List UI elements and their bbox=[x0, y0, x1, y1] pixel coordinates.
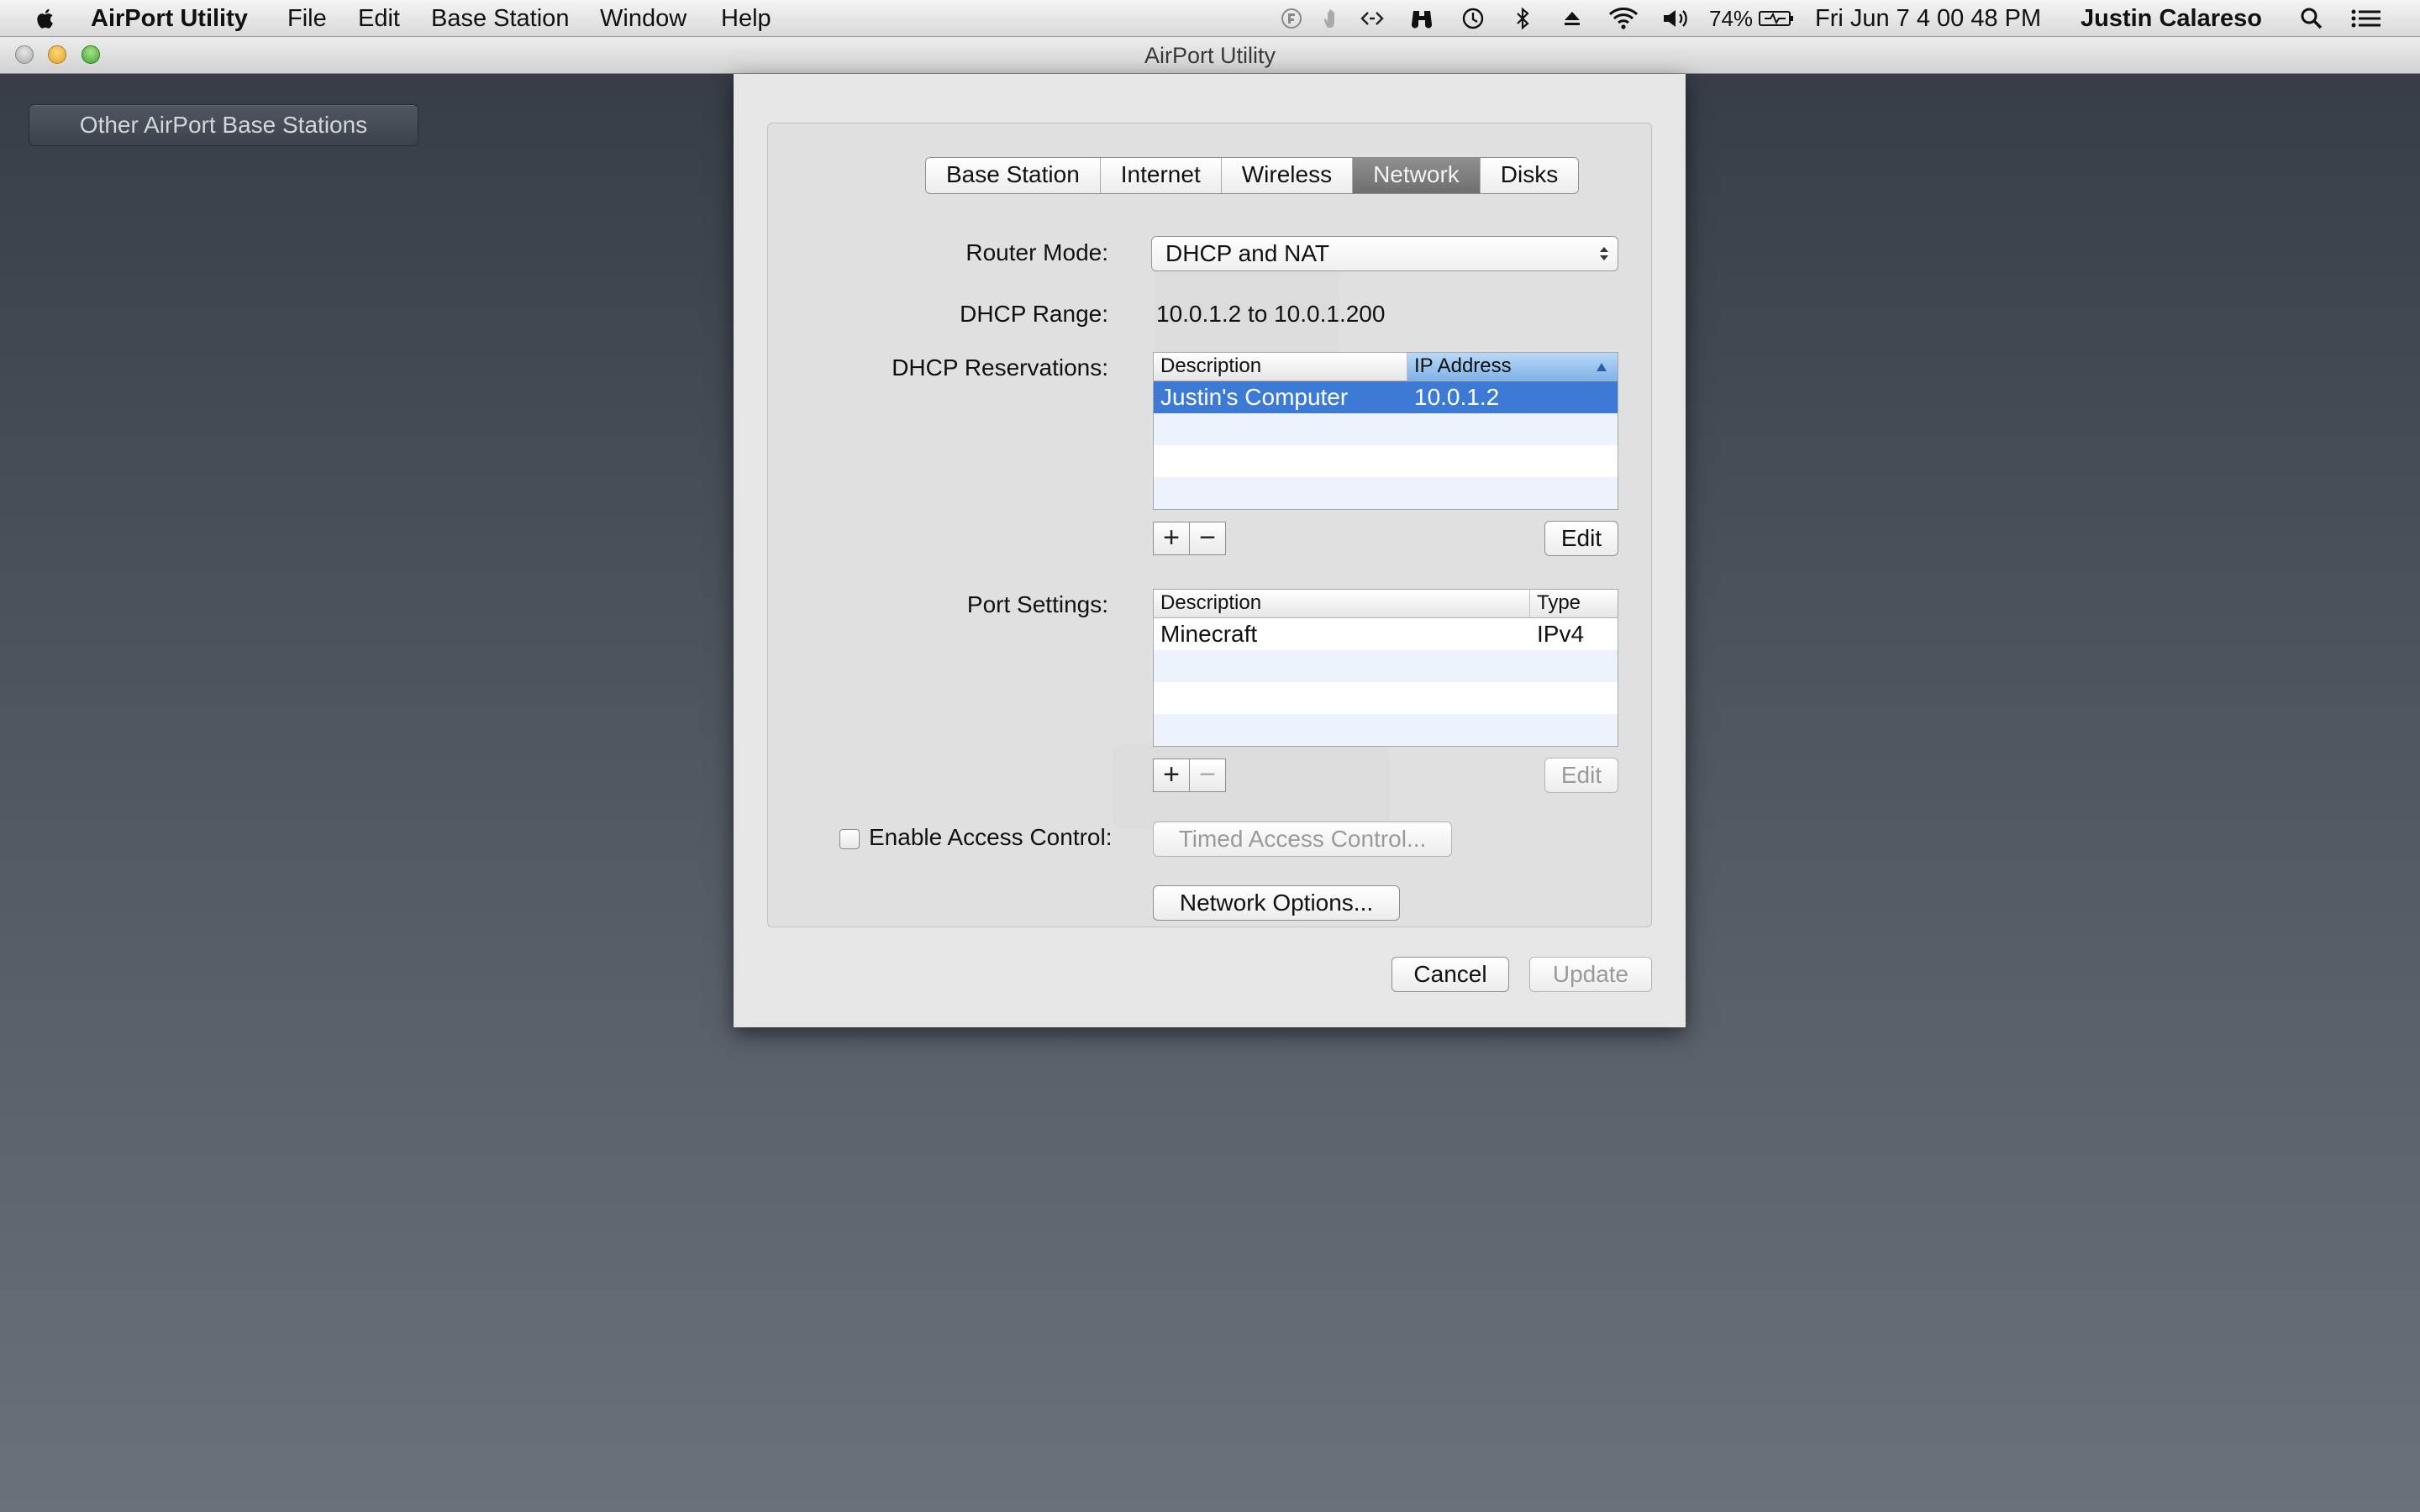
reservation-ip: 10.0.1.2 bbox=[1414, 384, 1500, 410]
dhcp-reservations-table[interactable]: Description IP Address Justin's Computer… bbox=[1153, 352, 1618, 510]
notification-center-icon[interactable] bbox=[2349, 6, 2383, 31]
enable-access-control-label: Enable Access Control: bbox=[869, 824, 1113, 850]
add-port-button[interactable]: + bbox=[1153, 759, 1190, 792]
code-status-icon[interactable] bbox=[1360, 6, 1385, 31]
time-machine-icon[interactable] bbox=[1460, 6, 1486, 31]
table-row[interactable]: Justin's Computer 10.0.1.2 bbox=[1154, 381, 1618, 413]
window-titlebar[interactable]: AirPort Utility bbox=[0, 37, 2420, 74]
menubar-clock[interactable]: Fri Jun 7 4 00 48 PM bbox=[1815, 0, 2041, 37]
evernote-status-icon[interactable] bbox=[1279, 6, 1304, 31]
router-mode-label: Router Mode: bbox=[965, 239, 1108, 265]
table-row-empty bbox=[1154, 714, 1618, 746]
table-row-empty bbox=[1154, 682, 1618, 714]
menu-bar: AirPort Utility File Edit Base Station W… bbox=[0, 0, 2420, 37]
wifi-icon[interactable] bbox=[1607, 6, 1640, 31]
sort-ascending-icon bbox=[1597, 363, 1607, 371]
volume-icon[interactable] bbox=[1660, 6, 1694, 31]
ip-address-header-label: IP Address bbox=[1414, 354, 1512, 377]
hand-status-icon[interactable] bbox=[1319, 6, 1344, 31]
menu-app-name[interactable]: AirPort Utility bbox=[91, 0, 248, 37]
cancel-button[interactable]: Cancel bbox=[1392, 957, 1509, 992]
router-mode-popup[interactable]: DHCP and NAT bbox=[1151, 236, 1618, 271]
port-settings-label: Port Settings: bbox=[966, 591, 1108, 617]
dhcp-range-value: 10.0.1.2 to 10.0.1.200 bbox=[1156, 301, 1386, 327]
dhcp-range-label: DHCP Range: bbox=[960, 301, 1108, 327]
table-row-empty bbox=[1154, 477, 1618, 509]
table-row-empty bbox=[1154, 445, 1618, 477]
menu-window[interactable]: Window bbox=[600, 0, 687, 37]
battery-icon[interactable] bbox=[1758, 6, 1795, 31]
table-row-empty bbox=[1154, 650, 1618, 682]
spotlight-search-icon[interactable] bbox=[2299, 6, 2324, 31]
other-base-stations-button[interactable]: Other AirPort Base Stations bbox=[29, 104, 418, 146]
settings-group-box: Base Station Internet Wireless Network D… bbox=[767, 123, 1652, 927]
menu-file[interactable]: File bbox=[287, 0, 327, 37]
column-header-description[interactable]: Description bbox=[1154, 590, 1530, 618]
column-header-type[interactable]: Type bbox=[1530, 590, 1618, 618]
network-options-button[interactable]: Network Options... bbox=[1153, 885, 1400, 921]
tab-bar: Base Station Internet Wireless Network D… bbox=[925, 157, 1580, 194]
menu-edit[interactable]: Edit bbox=[358, 0, 400, 37]
edit-port-button[interactable]: Edit bbox=[1544, 758, 1618, 793]
menubar-user[interactable]: Justin Calareso bbox=[2081, 0, 2262, 37]
apple-menu-icon[interactable] bbox=[32, 5, 59, 32]
add-reservation-button[interactable]: + bbox=[1153, 522, 1190, 555]
port-type: IPv4 bbox=[1537, 621, 1585, 647]
remove-port-button[interactable]: − bbox=[1189, 759, 1226, 792]
menu-help[interactable]: Help bbox=[721, 0, 771, 37]
tab-disks[interactable]: Disks bbox=[1480, 158, 1579, 193]
eject-icon[interactable] bbox=[1560, 6, 1585, 31]
binoculars-icon[interactable] bbox=[1409, 6, 1434, 31]
tab-network[interactable]: Network bbox=[1353, 158, 1481, 193]
reservation-description: Justin's Computer bbox=[1160, 384, 1349, 410]
update-button[interactable]: Update bbox=[1529, 957, 1652, 992]
tab-base-station[interactable]: Base Station bbox=[926, 158, 1101, 193]
bluetooth-icon[interactable] bbox=[1510, 6, 1535, 31]
port-settings-table[interactable]: Description Type Minecraft IPv4 bbox=[1153, 589, 1618, 747]
port-description: Minecraft bbox=[1160, 621, 1258, 647]
table-row[interactable]: Minecraft IPv4 bbox=[1154, 618, 1618, 650]
battery-percent: 74% bbox=[1709, 6, 1754, 31]
edit-reservation-button[interactable]: Edit bbox=[1544, 521, 1618, 556]
table-row-empty bbox=[1154, 413, 1618, 445]
window-title: AirPort Utility bbox=[1144, 43, 1276, 68]
enable-access-control-checkbox[interactable] bbox=[839, 829, 860, 849]
menu-base-station[interactable]: Base Station bbox=[431, 0, 569, 37]
popup-arrows-icon bbox=[1600, 247, 1608, 260]
tab-internet[interactable]: Internet bbox=[1100, 158, 1222, 193]
column-header-ip-address[interactable]: IP Address bbox=[1407, 353, 1618, 381]
timed-access-control-button[interactable]: Timed Access Control... bbox=[1153, 822, 1452, 857]
network-settings-sheet: Base Station Internet Wireless Network D… bbox=[734, 74, 1686, 1027]
dhcp-reservations-label: DHCP Reservations: bbox=[892, 354, 1108, 381]
column-header-description[interactable]: Description bbox=[1154, 353, 1407, 381]
router-mode-value: DHCP and NAT bbox=[1165, 240, 1330, 266]
remove-reservation-button[interactable]: − bbox=[1189, 522, 1226, 555]
tab-wireless[interactable]: Wireless bbox=[1221, 158, 1354, 193]
